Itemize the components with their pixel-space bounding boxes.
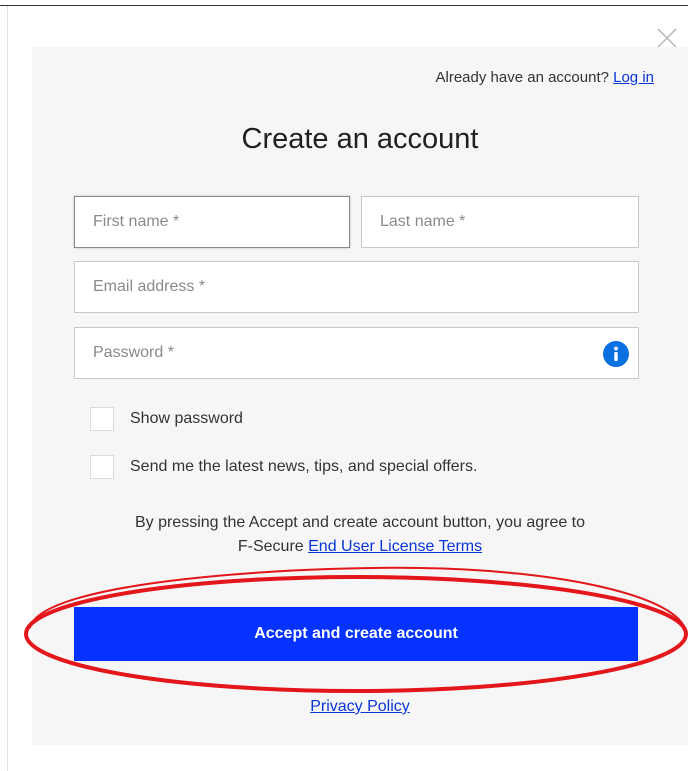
privacy-policy-link[interactable]: Privacy Policy [310, 698, 410, 715]
first-name-field-wrapper [74, 196, 350, 248]
page-title: Create an account [241, 123, 479, 155]
email-field-wrapper [74, 261, 639, 313]
password-field-wrapper [74, 327, 639, 379]
password-input[interactable] [75, 328, 638, 378]
show-password-checkbox[interactable] [90, 407, 114, 431]
email-input[interactable] [75, 262, 638, 312]
privacy-policy-row: Privacy Policy [32, 698, 688, 716]
left-divider [7, 6, 8, 771]
last-name-field-wrapper [361, 196, 639, 248]
login-prompt-text: Already have an account? [435, 69, 609, 86]
newsletter-label[interactable]: Send me the latest news, tips, and speci… [130, 458, 477, 476]
newsletter-checkbox[interactable] [90, 455, 114, 479]
last-name-input[interactable] [362, 197, 638, 247]
agreement-line-1: By pressing the Accept and create accoun… [134, 514, 586, 531]
show-password-label[interactable]: Show password [130, 410, 243, 428]
top-divider [0, 5, 688, 6]
login-link[interactable]: Log in [613, 69, 654, 86]
agreement-text: By pressing the Accept and create accoun… [32, 511, 688, 559]
login-prompt: Already have an account? Log in [436, 69, 655, 86]
first-name-input[interactable] [75, 197, 349, 247]
newsletter-row: Send me the latest news, tips, and speci… [90, 454, 477, 480]
signup-dialog: Already have an account? Log in Create a… [32, 47, 688, 745]
agreement-company: F-Secure [237, 538, 304, 555]
show-password-row: Show password [90, 406, 243, 432]
accept-create-account-button[interactable]: Accept and create account [74, 607, 638, 661]
eula-link[interactable]: End User License Terms [308, 538, 482, 555]
info-icon[interactable] [603, 341, 629, 367]
